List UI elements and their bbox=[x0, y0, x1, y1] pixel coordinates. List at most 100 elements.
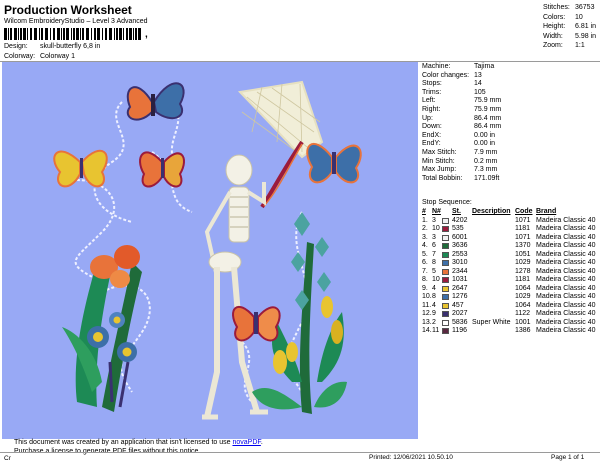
cell-stitches: 3010 bbox=[452, 259, 468, 266]
table-row: 12. 9 2027 1122 Madeira Classic 40 bbox=[422, 310, 600, 319]
design-preview bbox=[2, 62, 418, 439]
spec-value: 105 bbox=[474, 88, 486, 96]
barcode-bar bbox=[20, 28, 22, 40]
color-swatch bbox=[442, 243, 449, 250]
summary-value: 6.81 in bbox=[575, 23, 597, 30]
stop-sequence-heading: Stop Sequence: bbox=[422, 199, 472, 206]
table-row: 5. 7 2553 1051 Madeira Classic 40 bbox=[422, 251, 600, 260]
summary-label: Width: bbox=[543, 32, 563, 40]
leaf bbox=[252, 387, 302, 410]
cell-index: 1. bbox=[422, 216, 428, 224]
barcode-bar bbox=[94, 28, 96, 40]
table-row: 7. 5 2344 1278 Madeira Classic 40 bbox=[422, 268, 600, 277]
page-title: Production Worksheet bbox=[4, 3, 132, 17]
stop-sequence-table: # N# St. Description Code Brand 1. 3 4202 1… bbox=[422, 208, 600, 336]
barcode-bar bbox=[27, 28, 28, 40]
cell-code: 1064 bbox=[515, 284, 531, 292]
spec-row: EndX: 0.00 in bbox=[422, 132, 501, 141]
cell-needle: 4 bbox=[432, 301, 436, 309]
cell-needle: 8 bbox=[432, 259, 436, 266]
cell-stitches: 5836 bbox=[452, 318, 468, 326]
spec-value: 13 bbox=[474, 71, 482, 79]
body bbox=[254, 312, 258, 334]
skull bbox=[225, 154, 253, 186]
barcode-bar bbox=[76, 28, 79, 40]
barcode-bar bbox=[53, 28, 55, 40]
colorway-label: Colorway: bbox=[4, 53, 36, 60]
cell-brand: Madeira Classic 40 bbox=[536, 225, 596, 232]
spec-label: Total Bobbin: bbox=[422, 174, 463, 182]
wing bbox=[335, 144, 362, 184]
spec-label: Trims: bbox=[422, 88, 442, 96]
summary-label: Zoom: bbox=[543, 42, 563, 49]
cell-needle: 10 bbox=[432, 276, 440, 283]
table-row: 14. 11 1196 1386 Madeira Classic 40 bbox=[422, 327, 600, 336]
wing bbox=[80, 149, 108, 188]
barcode-bar bbox=[80, 28, 81, 40]
cell-code: 1001 bbox=[515, 318, 531, 326]
color-swatch bbox=[442, 260, 449, 267]
barcode-bar bbox=[133, 28, 134, 40]
spec-row: Machine: Tajima bbox=[422, 63, 501, 72]
cell-index: 6. bbox=[422, 259, 428, 266]
cell-code: 1181 bbox=[515, 225, 531, 232]
barcode-bar bbox=[105, 28, 107, 40]
cell-index: 12. bbox=[422, 310, 432, 317]
net-handle bbox=[260, 140, 304, 209]
barcode-bar bbox=[126, 28, 128, 40]
cell-description: Super White bbox=[472, 318, 511, 326]
summary-row: Zoom: 1:1 bbox=[543, 41, 596, 51]
spec-value: 0.00 in bbox=[474, 131, 496, 139]
color-swatch bbox=[442, 251, 449, 258]
barcode-graphic bbox=[4, 28, 141, 40]
cell-code: 1051 bbox=[515, 250, 531, 258]
spec-value: 0.00 in bbox=[474, 140, 496, 148]
cell-brand: Madeira Classic 40 bbox=[536, 301, 596, 309]
table-row: 1. 3 4202 1071 Madeira Classic 40 bbox=[422, 217, 600, 226]
spec-row: Max Jump: 7.3 mm bbox=[422, 166, 501, 175]
barcode-bar bbox=[50, 28, 51, 40]
butterfly-center bbox=[139, 151, 185, 188]
cell-brand: Madeira Classic 40 bbox=[536, 216, 596, 224]
barcode-bar bbox=[73, 28, 75, 40]
spec-value: 75.9 mm bbox=[474, 97, 502, 105]
cell-index: 13. bbox=[422, 318, 432, 326]
barcode-bar bbox=[61, 28, 62, 40]
cell-stitches: 2553 bbox=[452, 250, 468, 258]
cell-needle: 3 bbox=[432, 216, 436, 224]
cell-code: 1278 bbox=[515, 267, 531, 275]
barcode-bar bbox=[97, 28, 100, 40]
printed-timestamp: Printed: 12/06/2021 10.50.10 bbox=[369, 454, 453, 461]
wing bbox=[53, 150, 81, 188]
color-swatch bbox=[442, 234, 449, 241]
design-value: skull-butterfly 6,8 in bbox=[39, 43, 101, 50]
barcode-bar bbox=[45, 28, 48, 40]
body bbox=[332, 152, 336, 174]
cell-brand: Madeira Classic 40 bbox=[536, 284, 596, 292]
spec-label: Stops: bbox=[422, 80, 442, 88]
cell-code: 1071 bbox=[515, 216, 531, 224]
cell-brand: Madeira Classic 40 bbox=[536, 250, 596, 258]
spec-label: Down: bbox=[422, 123, 442, 131]
novapdf-link[interactable]: novaPDF bbox=[232, 439, 260, 446]
summary-value: 36753 bbox=[575, 4, 595, 11]
color-swatch bbox=[442, 268, 449, 275]
right-arm bbox=[246, 182, 266, 206]
color-swatch bbox=[442, 285, 449, 292]
cell-code: 1370 bbox=[515, 242, 531, 249]
col-header: Brand bbox=[536, 208, 557, 215]
spec-value: 0.2 mm bbox=[474, 157, 498, 165]
legs bbox=[204, 266, 260, 418]
design-label: Design: bbox=[4, 43, 28, 50]
table-row: 6. 8 3010 1029 Madeira Classic 40 bbox=[422, 259, 600, 268]
cell-brand: Madeira Classic 40 bbox=[536, 242, 596, 249]
summary-row: Height: 6.81 in bbox=[543, 22, 596, 32]
col-header: St. bbox=[452, 208, 461, 215]
cell-brand: Madeira Classic 40 bbox=[536, 318, 596, 326]
color-swatch bbox=[442, 226, 449, 233]
color-swatch bbox=[442, 217, 449, 224]
butterfly-top bbox=[126, 82, 185, 121]
color-swatch bbox=[442, 311, 449, 318]
cell-needle: 2 bbox=[432, 318, 436, 326]
spec-value: Tajima bbox=[474, 63, 495, 70]
